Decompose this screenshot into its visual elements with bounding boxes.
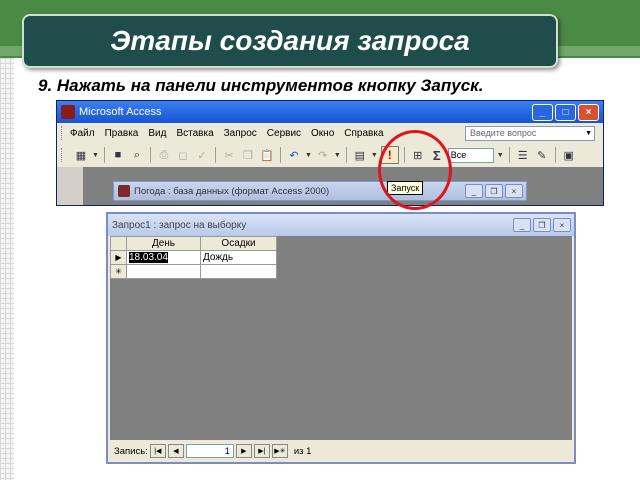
toolbar-grip[interactable] (61, 148, 64, 162)
access-app-icon (61, 105, 75, 119)
spelling-icon[interactable]: ✓ (194, 147, 210, 163)
search-icon[interactable]: ⌕ (129, 147, 145, 163)
select-all-corner[interactable] (110, 236, 127, 251)
db-minimize-button[interactable]: _ (465, 184, 483, 198)
toolbar-separator (554, 147, 556, 163)
cell-precipitation[interactable]: Дождь (200, 250, 277, 265)
view-icon[interactable]: ▦ (73, 147, 89, 163)
top-values-value: Все (450, 150, 467, 160)
ask-question-placeholder: Введите вопрос (470, 128, 537, 138)
datasheet-area: День Осадки ▶ 18.03.04 Дождь ✳ (110, 236, 572, 440)
undo-icon[interactable]: ↶ (286, 147, 302, 163)
menu-query[interactable]: Запрос (224, 128, 257, 139)
column-header-precipitation[interactable]: Осадки (200, 236, 277, 251)
cell-day[interactable] (126, 264, 201, 279)
toolbar-separator (214, 147, 216, 163)
menu-edit[interactable]: Правка (105, 128, 139, 139)
cut-icon[interactable]: ✂ (221, 147, 237, 163)
minimize-button[interactable]: _ (532, 103, 553, 121)
top-values-select[interactable]: Все (447, 147, 494, 163)
menu-view[interactable]: Вид (148, 128, 166, 139)
maximize-button[interactable]: □ (555, 103, 576, 121)
redo-icon[interactable]: ↷ (315, 147, 331, 163)
query-type-icon[interactable]: ▤ (352, 147, 368, 163)
next-record-button[interactable]: ▶ (235, 444, 252, 458)
preview-icon[interactable]: ◻ (175, 147, 191, 163)
database-window-title-bar[interactable]: Погода : база данных (формат Access 2000… (113, 181, 527, 201)
query-minimize-button[interactable]: _ (513, 218, 531, 232)
current-record-marker[interactable]: ▶ (110, 250, 127, 265)
toolbar-separator (508, 147, 510, 163)
toolbar-separator (345, 147, 347, 163)
menu-bar: Файл Правка Вид Вставка Запрос Сервис Ок… (57, 123, 603, 143)
db-close-button[interactable]: × (505, 184, 523, 198)
results-grid: День Осадки ▶ 18.03.04 Дождь ✳ (110, 236, 277, 279)
query-restore-button[interactable]: ❐ (533, 218, 551, 232)
new-record-marker[interactable]: ✳ (110, 264, 127, 279)
chevron-down-icon[interactable]: ▼ (497, 152, 504, 159)
access-window: Microsoft Access _ □ × Файл Правка Вид В… (56, 100, 604, 206)
chevron-down-icon[interactable]: ▼ (371, 152, 378, 159)
record-navigation-bar: Запись: |◀ ◀ 1 ▶ ▶| ▶✳ из 1 (110, 442, 572, 460)
cell-precipitation[interactable] (200, 264, 277, 279)
close-button[interactable]: × (578, 103, 599, 121)
db-restore-button[interactable]: ❐ (485, 184, 503, 198)
slide-left-pattern (0, 58, 14, 480)
ask-question-input[interactable]: Введите вопрос ▼ (465, 125, 595, 141)
properties-icon[interactable]: ☰ (515, 147, 531, 163)
toolbar-separator (149, 147, 151, 163)
chevron-down-icon: ▼ (585, 129, 592, 137)
slide-title: Этапы создания запроса (110, 25, 470, 56)
database-window-icon[interactable]: ▣ (561, 147, 577, 163)
access-title-bar[interactable]: Microsoft Access _ □ × (57, 101, 603, 123)
slide-title-box: Этапы создания запроса (22, 14, 558, 68)
highlight-circle (378, 130, 452, 210)
menu-tools[interactable]: Сервис (267, 128, 301, 139)
print-icon[interactable]: ⎙ (156, 147, 172, 163)
new-record-button[interactable]: ▶✳ (271, 444, 288, 458)
table-row: ✳ (110, 264, 277, 279)
menu-help[interactable]: Справка (344, 128, 383, 139)
query-window-title: Запрос1 : запрос на выборку (112, 219, 247, 231)
column-header-day[interactable]: День (126, 236, 201, 251)
record-nav-label: Запись: (114, 445, 148, 457)
menubar-grip[interactable] (61, 126, 64, 140)
save-icon[interactable]: ■ (110, 147, 126, 163)
record-count-label: из 1 (293, 445, 312, 457)
query-title-bar[interactable]: Запрос1 : запрос на выборку _ ❐ × (108, 214, 574, 236)
last-record-button[interactable]: ▶| (253, 444, 270, 458)
table-row: ▶ 18.03.04 Дождь (110, 250, 277, 265)
paste-icon[interactable]: 📋 (259, 147, 275, 163)
query-design-toolbar: ▦ ▼ ■ ⌕ ⎙ ◻ ✓ ✂ ❐ 📋 ↶ ▼ ↷ ▼ ▤ ▼ ! ⊞ Σ Вс… (57, 143, 603, 167)
slide-instruction: 9. Нажать на панели инструментов кнопку … (38, 76, 484, 95)
cell-day[interactable]: 18.03.04 (126, 250, 201, 265)
database-icon (118, 185, 130, 197)
chevron-down-icon[interactable]: ▼ (305, 152, 312, 159)
query-close-button[interactable]: × (553, 218, 571, 232)
current-record-field[interactable]: 1 (185, 444, 234, 458)
cell-day-value: 18.03.04 (129, 252, 168, 263)
database-window-title: Погода : база данных (формат Access 2000… (134, 185, 330, 197)
chevron-down-icon[interactable]: ▼ (334, 152, 341, 159)
build-icon[interactable]: ✎ (534, 147, 550, 163)
toolbar-separator (103, 147, 105, 163)
menu-insert[interactable]: Вставка (176, 128, 213, 139)
chevron-down-icon[interactable]: ▼ (92, 152, 99, 159)
query-result-window: Запрос1 : запрос на выборку _ ❐ × День О… (106, 212, 576, 464)
copy-icon[interactable]: ❐ (240, 147, 256, 163)
menu-file[interactable]: Файл (70, 128, 95, 139)
first-record-button[interactable]: |◀ (149, 444, 166, 458)
access-title: Microsoft Access (79, 106, 162, 118)
toolbar-separator (279, 147, 281, 163)
previous-record-button[interactable]: ◀ (167, 444, 184, 458)
menu-window[interactable]: Окно (311, 128, 334, 139)
